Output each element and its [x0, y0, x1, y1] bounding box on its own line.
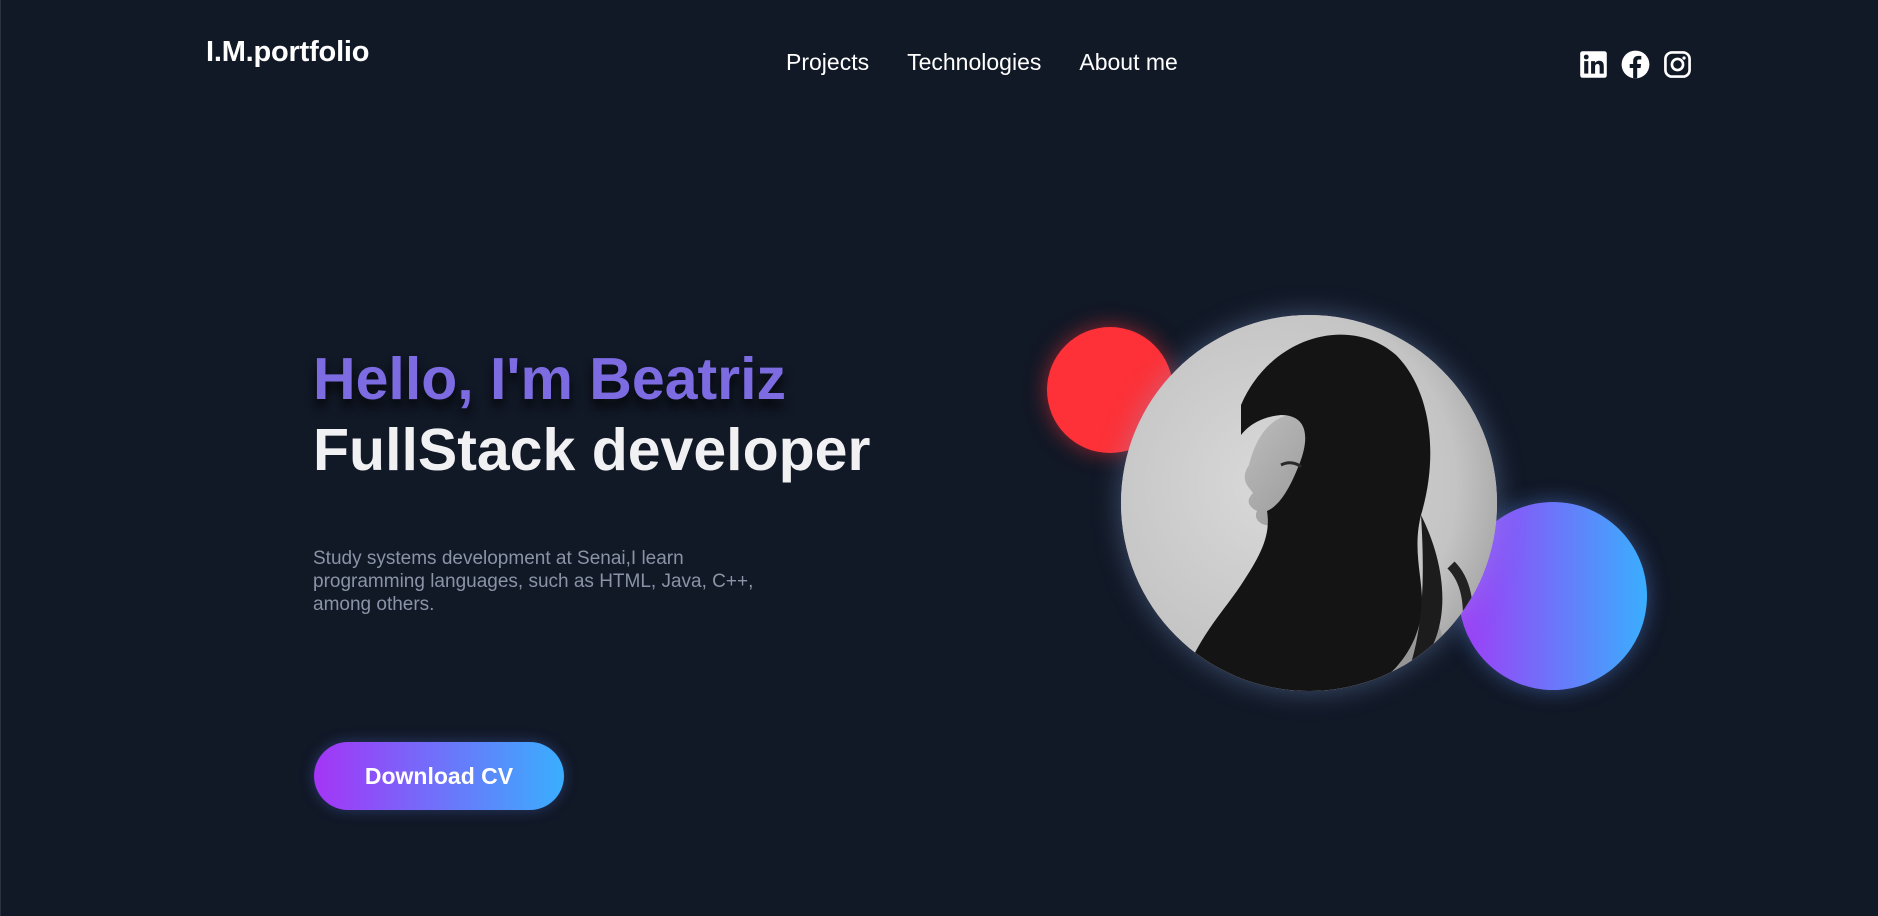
hero-greeting: Hello, I'm Beatriz	[313, 346, 787, 412]
nav-link-about-me[interactable]: About me	[1079, 49, 1177, 76]
facebook-icon[interactable]	[1621, 50, 1650, 79]
hero-description: Study systems development at Senai,I lea…	[313, 548, 754, 615]
portfolio-page: I.M.portfolio Projects Technologies Abou…	[0, 0, 1878, 916]
nav-link-projects[interactable]: Projects	[786, 49, 869, 76]
instagram-icon[interactable]	[1663, 50, 1692, 79]
nav-link-technologies[interactable]: Technologies	[907, 49, 1041, 76]
site-logo[interactable]: I.M.portfolio	[206, 36, 370, 69]
profile-photo	[1121, 315, 1497, 691]
hero-role: FullStack developer	[313, 417, 871, 483]
main-nav: Projects Technologies About me	[786, 49, 1178, 76]
social-links	[1579, 50, 1692, 79]
download-cv-button[interactable]: Download CV	[314, 742, 564, 810]
linkedin-icon[interactable]	[1579, 50, 1608, 79]
